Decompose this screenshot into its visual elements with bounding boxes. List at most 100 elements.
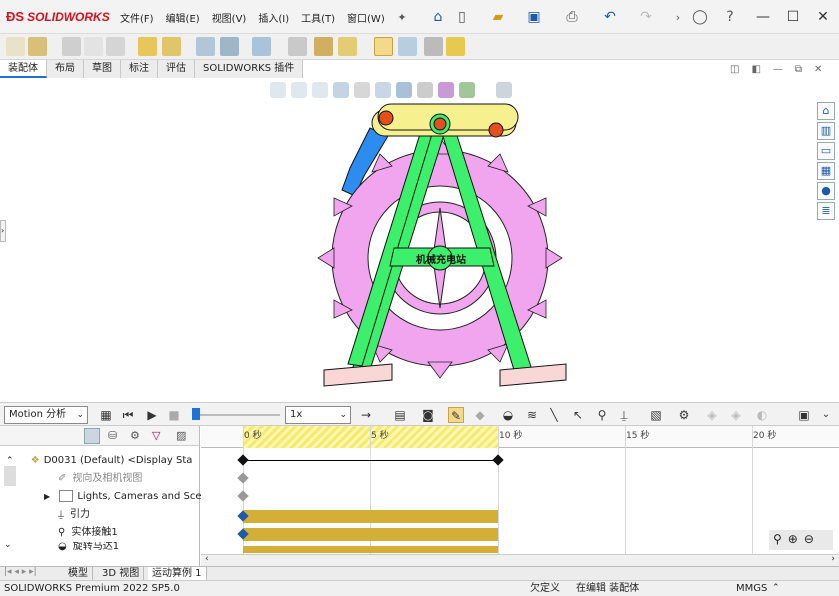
tab-evaluate[interactable]: 评估 [158, 60, 195, 78]
filter-animated-icon[interactable] [84, 428, 100, 444]
units-chevron-icon[interactable]: ⌃ [772, 581, 780, 596]
menu-edit[interactable]: 编辑(E) [166, 10, 200, 25]
previous-view-icon[interactable] [312, 82, 328, 98]
playback-mode-icon[interactable]: → [358, 407, 374, 423]
instant3d-icon[interactable] [338, 37, 357, 56]
tree-item-motor[interactable]: ◒ 旋转马达1 [58, 542, 119, 552]
tree-item-gravity[interactable]: ⍊ 引力 [58, 506, 90, 524]
timeline-area[interactable]: 0 秒 5 秒 10 秒 15 秒 20 秒 ⚲ ⊕ ⊖ ‹ › [201, 426, 839, 566]
zoom-in-icon[interactable]: ⊕ [788, 532, 798, 548]
fea-icon[interactable]: ◈ [728, 407, 744, 423]
play-icon[interactable]: ▶ [144, 407, 160, 423]
edit-appearance-icon[interactable] [438, 82, 454, 98]
paperclip-icon[interactable] [62, 37, 81, 56]
solidworks-logo[interactable]: ƉS SOLIDWORKS [6, 9, 110, 24]
playback-slider[interactable] [194, 414, 280, 416]
view-settings-icon[interactable] [496, 82, 512, 98]
tree-item-contact[interactable]: ⚲ 实体接触1 [58, 524, 118, 542]
filter-driving-icon[interactable]: ⛁ [108, 429, 117, 442]
gravity-time-bar[interactable] [243, 510, 498, 523]
more-chevron-icon[interactable]: › [668, 7, 688, 27]
motion-study-properties-icon[interactable]: ⚙ [676, 407, 692, 423]
file-explorer-icon[interactable]: ▭ [817, 142, 835, 160]
tab-nav-arrows-icon[interactable]: |◂ ◂ ▸ ▸| [4, 567, 37, 577]
viewport-restore-icon[interactable]: ⧉ [795, 64, 802, 75]
print-icon[interactable]: ⎙ [562, 7, 582, 27]
filter-selected-icon[interactable]: ⚙ [130, 429, 140, 442]
menu-file[interactable]: 文件(F) [120, 10, 154, 25]
tree-scroll-thumb[interactable] [4, 466, 16, 486]
viewport-close-icon[interactable]: ✕ [814, 64, 822, 75]
scroll-down-icon[interactable]: ⌄ [4, 540, 12, 550]
collapse-icon[interactable]: ⌃ [6, 456, 14, 466]
zoom-to-fit-icon[interactable] [270, 82, 286, 98]
filter-plots-icon[interactable]: ▨ [176, 429, 186, 442]
zoom-to-area-icon[interactable] [291, 82, 307, 98]
model-graphic[interactable]: 机械充电站 [300, 98, 590, 398]
viewport-minimize-icon[interactable]: — [773, 64, 783, 75]
lights-key[interactable] [237, 490, 249, 502]
scroll-right-icon[interactable]: › [831, 554, 835, 564]
redo-icon[interactable]: ↷ [636, 7, 656, 27]
section-view-icon[interactable] [333, 82, 349, 98]
autokey-icon[interactable]: ✎ [448, 407, 464, 423]
move-component-icon[interactable] [138, 37, 157, 56]
account-icon[interactable]: ◯ [690, 7, 710, 27]
force-icon[interactable]: ↖ [570, 407, 586, 423]
home-icon[interactable]: ⌂ [428, 7, 448, 27]
mate-icon[interactable] [28, 37, 47, 56]
gravity-icon[interactable]: ⍊ [616, 407, 632, 423]
expand-icon[interactable]: ▶ [44, 492, 50, 501]
camera-icon[interactable] [424, 37, 443, 56]
panel-chevron-icon[interactable]: ⌄ [818, 407, 834, 423]
tree-item-orientation[interactable]: ✐ 视向及相机视图 [58, 470, 142, 488]
stop-icon[interactable]: ■ [166, 407, 182, 423]
view-palette-icon[interactable]: ▦ [817, 162, 835, 180]
dynamic-annotation-icon[interactable] [354, 82, 370, 98]
spring-icon[interactable]: ≋ [524, 407, 540, 423]
tab-3d-views[interactable]: 3D 视图 [98, 567, 145, 581]
root-key-start[interactable] [237, 454, 249, 466]
maximize-button[interactable]: ☐ [782, 6, 804, 28]
unit-system[interactable]: MMGS [736, 581, 767, 596]
collapse-left-icon[interactable]: ◫ [730, 64, 739, 75]
linear-pattern-icon[interactable] [84, 37, 103, 56]
playback-speed-select[interactable]: 1x ⌄ [285, 406, 351, 424]
menu-window[interactable]: 窗口(W) [347, 10, 385, 25]
tab-motion-study[interactable]: 运动算例 1 [148, 567, 207, 581]
tree-item-lights[interactable]: ▶ Lights, Cameras and Sce [44, 488, 202, 506]
save-icon[interactable]: ▣ [524, 7, 544, 27]
tab-addins[interactable]: SOLIDWORKS 插件 [195, 60, 304, 78]
damper-icon[interactable]: ╲ [546, 407, 562, 423]
large-assembly-icon[interactable] [446, 37, 465, 56]
take-snapshot-icon[interactable] [398, 37, 417, 56]
split-view-icon[interactable]: ◧ [751, 64, 760, 75]
simulation-setup-icon[interactable]: ◈ [704, 407, 720, 423]
new-motion-study-icon[interactable] [252, 37, 271, 56]
smart-fasteners-icon[interactable] [106, 37, 125, 56]
scroll-left-icon[interactable]: ‹ [205, 554, 209, 564]
new-document-icon[interactable]: ▯ [452, 7, 472, 27]
tab-markup[interactable]: 标注 [121, 60, 158, 78]
custom-properties-icon[interactable]: ≣ [817, 202, 835, 220]
solidworks-resources-icon[interactable]: ⌂ [817, 102, 835, 120]
study-type-select[interactable]: Motion 分析 ⌄ [4, 406, 88, 424]
exploded-view-icon[interactable] [314, 37, 333, 56]
menu-view[interactable]: 视图(V) [212, 10, 247, 25]
assembly-features-icon[interactable] [196, 37, 215, 56]
show-hidden-icon[interactable] [162, 37, 181, 56]
export-icon[interactable]: ◐ [754, 407, 770, 423]
tab-assembly[interactable]: 装配体 [0, 60, 47, 78]
root-key-end[interactable] [492, 454, 504, 466]
tree-root-row[interactable]: ⌃ ❖ D0031 (Default) <Display Sta [6, 452, 192, 470]
display-style-icon[interactable] [396, 82, 412, 98]
calculate-icon[interactable]: ▦ [98, 407, 114, 423]
play-from-start-icon[interactable]: ⏮ [120, 407, 136, 423]
tab-layout[interactable]: 布局 [47, 60, 84, 78]
insert-component-icon[interactable] [6, 37, 25, 56]
animation-wizard-icon[interactable]: ◙ [420, 407, 436, 423]
timeline-horizontal-scrollbar[interactable]: ‹ › [201, 554, 839, 566]
update-speedpak-icon[interactable] [374, 37, 393, 56]
playback-slider-thumb[interactable] [192, 408, 200, 420]
collapse-panel-icon[interactable]: ▣ [796, 407, 812, 423]
